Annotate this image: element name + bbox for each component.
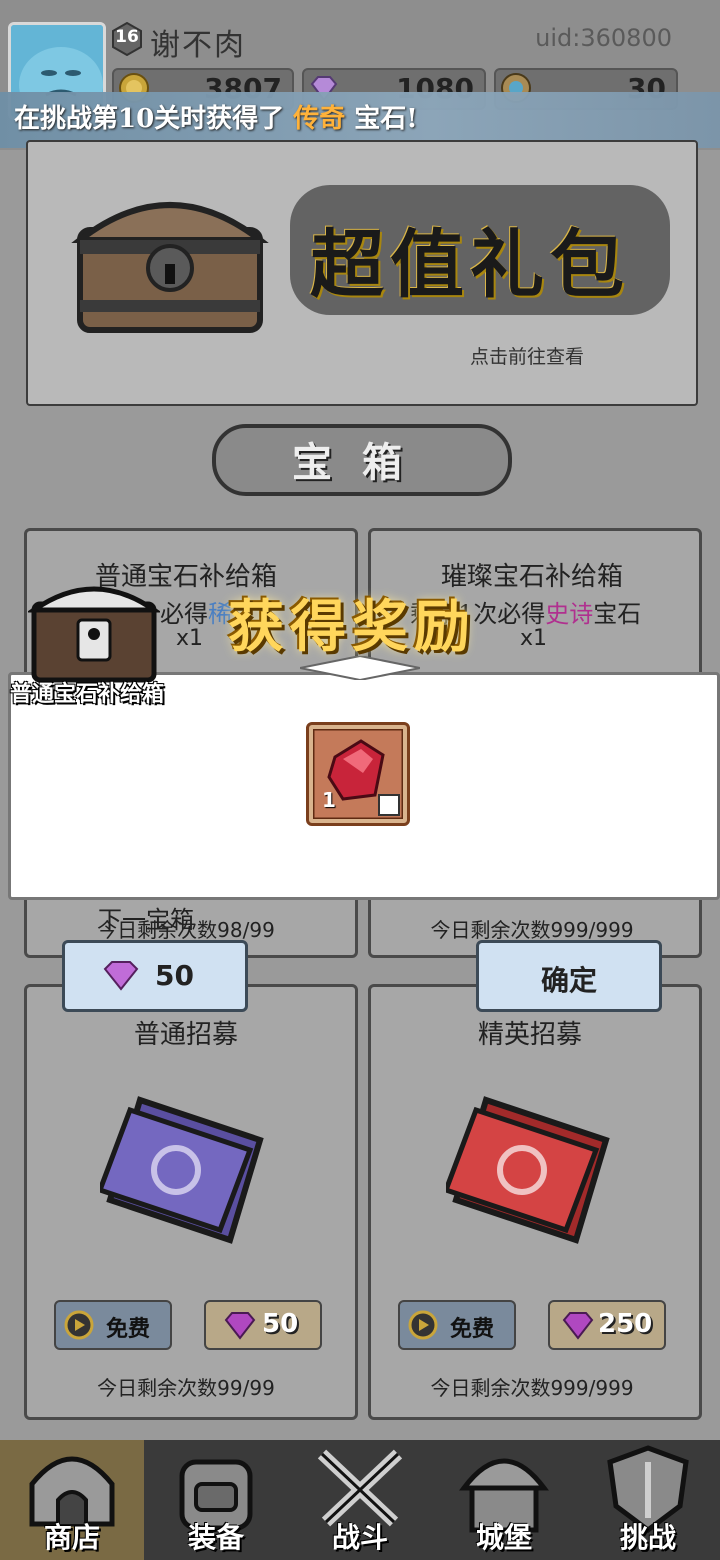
next-box-button[interactable]: 50 xyxy=(62,940,248,1012)
gift-pack-title: 超值礼包 xyxy=(310,222,630,308)
free-recruit-normal-button[interactable]: 免费 xyxy=(54,1300,172,1350)
next-box-cost: 50 xyxy=(155,959,194,992)
nav-label: 装备 xyxy=(187,1521,244,1554)
bottom-navigation: 商店 装备 战斗 城堡 挑战 xyxy=(0,1440,720,1560)
opened-box-label: 普通宝石补给箱 xyxy=(10,682,165,707)
reward-title: 获得奖励 xyxy=(228,594,476,660)
nav-label: 战斗 xyxy=(331,1521,388,1554)
gem-icon xyxy=(562,1312,594,1340)
level-badge: 16 xyxy=(110,21,144,57)
chest-mult-brilliant: x1 xyxy=(520,626,548,651)
confirm-label: 确定 xyxy=(540,964,597,997)
free-recruit-elite-button[interactable]: 免费 xyxy=(398,1300,516,1350)
gem-recruit-normal-button[interactable]: 50 xyxy=(204,1300,322,1350)
chest-desc-suffix: 宝石 xyxy=(593,600,642,628)
gem-recruit-elite-button[interactable]: 250 xyxy=(548,1300,666,1350)
gift-pack-subtitle: 点击前往查看 xyxy=(470,346,585,368)
next-box-label: 下一宝箱 xyxy=(98,906,194,934)
nav-tab-challenge[interactable]: 挑战 xyxy=(576,1440,720,1560)
recruit-count-normal: 今日剩余次数99/99 xyxy=(97,1376,275,1400)
nav-label: 商店 xyxy=(43,1521,100,1554)
recruit-title-normal: 普通招募 xyxy=(133,1020,238,1050)
chest-mult-normal: x1 xyxy=(176,626,204,651)
nav-tab-battle[interactable]: 战斗 xyxy=(288,1440,432,1560)
free-label: 免费 xyxy=(106,1317,151,1342)
recruit-title-elite: 精英招募 xyxy=(477,1020,582,1050)
gem-icon xyxy=(224,1312,256,1340)
chest-desc-normal: 必得稀 xyxy=(160,600,232,628)
play-icon xyxy=(408,1310,438,1340)
play-icon xyxy=(64,1310,94,1340)
recruit-count-elite: 今日剩余次数999/999 xyxy=(430,1376,634,1400)
cost-label: 250 xyxy=(598,1309,653,1339)
nav-tab-castle[interactable]: 城堡 xyxy=(432,1440,576,1560)
purple-ticket-icon xyxy=(100,1096,264,1244)
nav-label: 挑战 xyxy=(619,1521,676,1554)
announcement-highlight: 传奇 xyxy=(293,104,346,134)
chest-count-brilliant: 今日剩余次数999/999 xyxy=(430,918,634,942)
nav-tab-shop[interactable]: 商店 xyxy=(0,1440,144,1560)
announcement-suffix: 宝石! xyxy=(345,104,418,134)
announcement-prefix: 在挑战第10关时获得了 xyxy=(14,104,294,134)
nav-label: 城堡 xyxy=(475,1521,532,1554)
treasure-chest-icon xyxy=(71,202,269,333)
cost-label: 50 xyxy=(262,1309,299,1339)
chest-desc-highlight: 史诗 xyxy=(545,600,594,628)
red-ticket-icon xyxy=(446,1096,610,1244)
gem-icon xyxy=(103,961,139,991)
nav-tab-equipment[interactable]: 装备 xyxy=(144,1440,288,1560)
chest-icon xyxy=(28,586,160,683)
reward-item-count: 1 xyxy=(322,788,336,812)
confirm-button[interactable]: 确定 xyxy=(476,940,662,1012)
username: 谢不肉 xyxy=(150,28,246,63)
level-number: 16 xyxy=(115,27,139,47)
free-label: 免费 xyxy=(450,1317,495,1342)
user-id: uid:360800 xyxy=(535,24,672,52)
section-title: 宝箱 xyxy=(292,439,432,486)
announcement-text: 在挑战第10关时获得了 传奇 宝石! xyxy=(14,98,418,135)
